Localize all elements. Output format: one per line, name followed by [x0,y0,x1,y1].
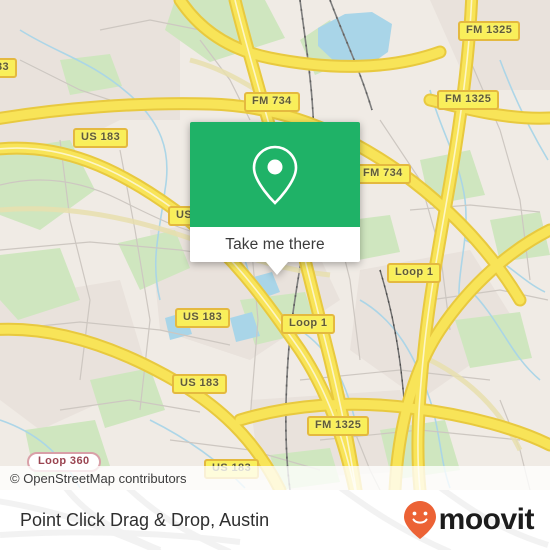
place-title-text: Point Click Drag & Drop, Austin [20,509,270,530]
popup-tail [266,262,288,275]
map-pin-icon [252,145,298,205]
shield-fm1325-e: FM 1325 [437,90,500,110]
shield-us183-w: US 183 [175,308,231,328]
shield-fm1325-s: FM 1325 [307,416,370,436]
map-page: 33US 183FM 734FM 1325FM 1325FM 734US 18L… [0,0,550,550]
place-title: Point Click Drag & Drop, Austin [20,490,269,550]
shield-loop1-mid: Loop 1 [281,314,336,334]
take-me-there-label: Take me there [225,235,325,253]
take-me-there-button[interactable]: Take me there [190,227,360,262]
shield-fm734-mid: FM 734 [355,164,411,184]
shield-fm1325-ne: FM 1325 [458,21,521,41]
shield-us183-sw: US 183 [172,374,228,394]
attribution-text: © OpenStreetMap contributors [10,470,187,486]
moovit-pin-icon [403,501,436,539]
shield-loop1-e: Loop 1 [387,263,442,283]
moovit-wordmark: moovit [438,503,535,536]
shield-fm734-n: FM 734 [244,92,300,112]
page-footer: Point Click Drag & Drop, Austin moovit [0,490,550,550]
moovit-logo[interactable]: moovit [403,490,535,550]
place-popup-card[interactable]: Take me there [190,122,360,275]
map-attribution: © OpenStreetMap contributors [0,466,550,490]
map-canvas[interactable]: 33US 183FM 734FM 1325FM 1325FM 734US 18L… [0,0,550,490]
shield-183-left-edge: 33 [0,58,18,78]
popup-header [190,122,360,227]
shield-us183-nw: US 183 [73,128,129,148]
